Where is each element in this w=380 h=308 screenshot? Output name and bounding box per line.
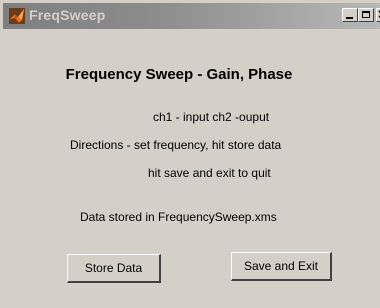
maximize-icon bbox=[362, 11, 370, 18]
channels-text: ch1 - input ch2 -ouput bbox=[153, 110, 270, 124]
title-bar[interactable]: FreqSweep × bbox=[3, 3, 380, 29]
minimize-button[interactable] bbox=[342, 8, 358, 22]
save-and-exit-button[interactable]: Save and Exit bbox=[231, 252, 332, 281]
page-title: Frequency Sweep - Gain, Phase bbox=[65, 66, 293, 83]
window-title: FreqSweep bbox=[29, 7, 106, 23]
directions-text-continued: hit save and exit to quit bbox=[148, 166, 271, 180]
freqsweep-window: FreqSweep × Frequency Sweep - Gain, Phas… bbox=[0, 0, 380, 308]
close-button[interactable]: × bbox=[376, 8, 380, 22]
matlab-icon bbox=[9, 8, 25, 24]
maximize-button[interactable] bbox=[358, 8, 374, 22]
directions-text: Directions - set frequency, hit store da… bbox=[70, 138, 282, 152]
store-data-button[interactable]: Store Data bbox=[67, 254, 161, 283]
status-text: Data stored in FrequencySweep.xms bbox=[80, 210, 277, 224]
minimize-icon bbox=[346, 17, 353, 19]
